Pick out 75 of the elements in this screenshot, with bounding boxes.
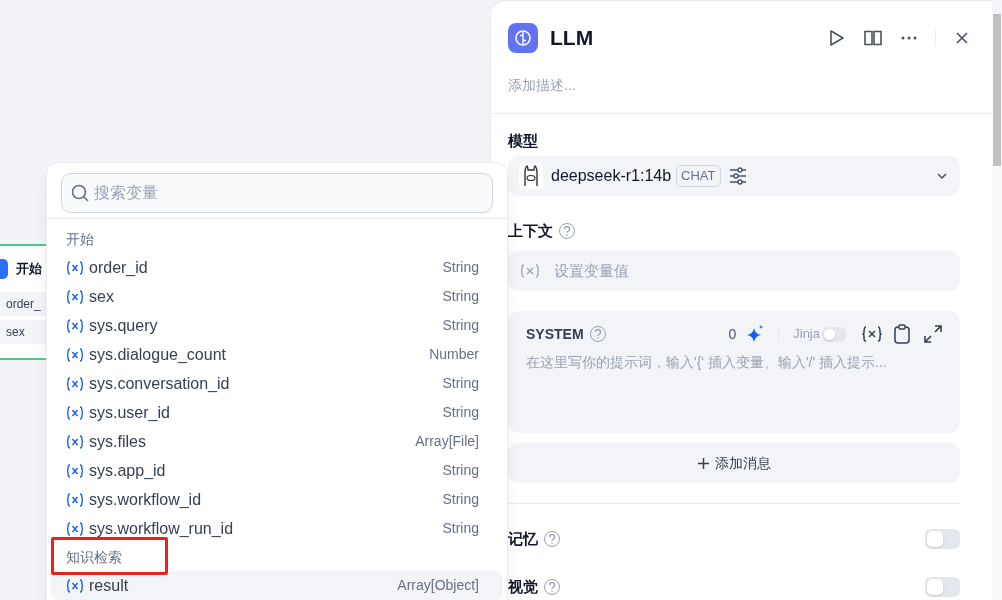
variable-type: Number	[429, 345, 479, 364]
variable-type: String	[442, 316, 479, 335]
variable-icon	[66, 260, 84, 275]
variable-icon	[66, 521, 84, 536]
variable-type: String	[442, 519, 479, 538]
search-icon	[71, 184, 89, 202]
token-count: 0	[728, 324, 737, 344]
panel-title: LLM	[550, 25, 594, 52]
variable-type: String	[442, 461, 479, 480]
sparkle-icon[interactable]	[746, 325, 765, 343]
variable-item[interactable]: order_id String	[51, 253, 503, 282]
variable-item[interactable]: sys.dialogue_count Number	[51, 340, 503, 369]
expand-icon	[924, 325, 942, 343]
add-message-button[interactable]: 添加消息	[508, 443, 960, 483]
variable-item[interactable]: sys.files Array[File]	[51, 427, 503, 456]
variable-item[interactable]: sys.app_id String	[51, 456, 503, 485]
variable-item[interactable]: sys.workflow_id String	[51, 485, 503, 514]
context-placeholder: 设置变量值	[554, 260, 629, 281]
scrollbar-thumb[interactable]	[993, 14, 1001, 166]
variable-icon	[66, 376, 84, 391]
description-field[interactable]: 添加描述...	[508, 75, 808, 96]
variable-item[interactable]: sys.workflow_run_id String	[51, 514, 503, 543]
variable-icon	[66, 347, 84, 362]
toggle-switch[interactable]	[822, 326, 846, 342]
run-button[interactable]	[827, 28, 847, 49]
run-icon	[829, 29, 845, 48]
section-label: 上下文	[508, 220, 553, 241]
chevron-icon	[936, 172, 948, 180]
jinja-label: Jinja	[793, 325, 820, 344]
variable-icon	[66, 405, 84, 420]
clipboard-button[interactable]	[894, 324, 910, 344]
node-icon	[0, 259, 8, 279]
more-icon	[901, 36, 917, 41]
expand-button[interactable]	[924, 325, 942, 343]
setting-label: 视觉	[508, 576, 538, 597]
variable-type: String	[442, 403, 479, 422]
plus-icon	[697, 457, 709, 469]
search-field[interactable]: 搜索变量	[61, 173, 493, 213]
variable-button[interactable]	[862, 325, 882, 343]
variable-item[interactable]: sex String	[51, 282, 503, 311]
toggle-switch[interactable]	[925, 529, 960, 549]
variable-item[interactable]: sys.query String	[51, 311, 503, 340]
variable-type: String	[442, 490, 479, 509]
variable-type: Array[Object]	[397, 576, 479, 595]
variable-item[interactable]: result Array[Object]	[51, 571, 503, 600]
variable-icon	[862, 326, 882, 342]
variable-icon	[66, 463, 84, 478]
book-icon	[864, 30, 882, 47]
variable-item[interactable]: sys.conversation_id String	[51, 369, 503, 398]
sliders-icon[interactable]	[728, 167, 747, 185]
model-badge: CHAT	[676, 165, 721, 187]
group-title: 知识检索	[66, 547, 122, 567]
prompt-field[interactable]: 在这里写你的提示词，输入'{' 插入变量、输入'/' 插入提示...	[526, 352, 942, 372]
setting-label: 记忆	[508, 528, 538, 549]
group-title: 开始	[66, 229, 94, 249]
variable-type: String	[442, 258, 479, 277]
section-label: 模型	[508, 131, 539, 150]
variable-icon	[66, 289, 84, 304]
variable-icon	[66, 318, 84, 333]
variable-type: String	[442, 287, 479, 306]
variable-icon	[66, 434, 84, 449]
model-name: deepseek-r1:14b	[551, 166, 672, 186]
variable-icon	[66, 492, 84, 507]
variable-item[interactable]: sys.user_id String	[51, 398, 503, 427]
prompt-role: SYSTEM	[526, 324, 584, 344]
variable-type: String	[442, 374, 479, 393]
variable-icon	[66, 578, 84, 593]
clipboard-icon	[894, 324, 910, 344]
toggle-switch[interactable]	[925, 577, 960, 597]
variable-icon	[520, 264, 540, 278]
variable-type: Array[File]	[415, 432, 479, 451]
close-icon	[956, 32, 968, 45]
model-select[interactable]: deepseek-r1:14b CHAT	[508, 156, 960, 196]
llm-icon	[508, 23, 538, 54]
node-title: 开始	[16, 260, 42, 279]
